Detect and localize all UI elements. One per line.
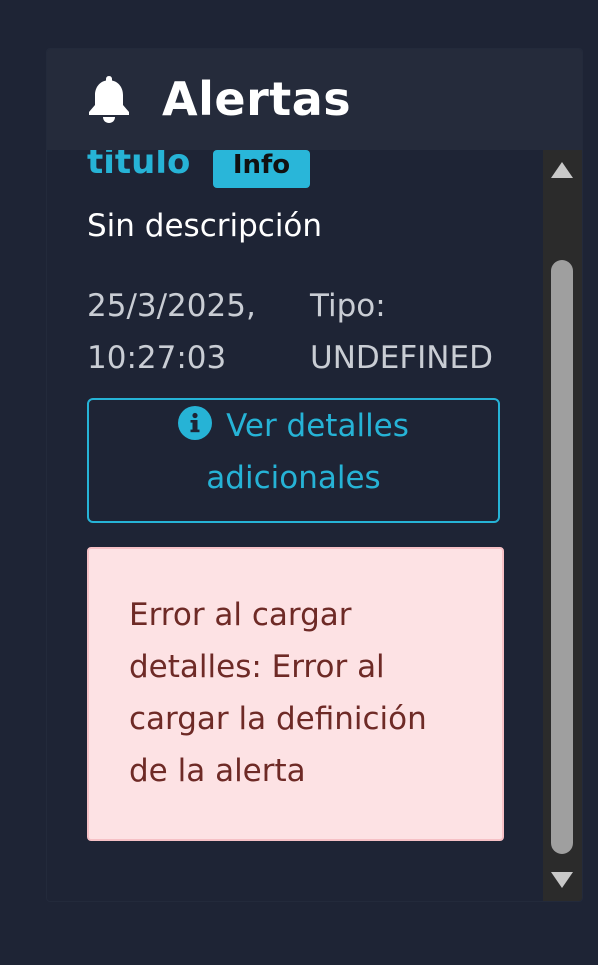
alert-title[interactable]: titulo xyxy=(87,150,190,184)
view-details-button[interactable]: Ver detalles adicionales xyxy=(87,398,500,523)
view-details-label-1: Ver detalles xyxy=(226,408,409,444)
scroll-up-arrow-icon[interactable] xyxy=(551,162,573,178)
alert-type-value: UNDEFINED xyxy=(310,340,493,376)
alerts-panel: Alertas titulo Info Sin descripción 25/3… xyxy=(46,48,583,902)
panel-title: Alertas xyxy=(162,72,352,126)
panel-header: Alertas xyxy=(47,49,582,150)
alert-time: 10:27:03 xyxy=(87,340,227,376)
scrollbar[interactable] xyxy=(543,150,582,901)
view-details-line1: Ver detalles xyxy=(89,400,498,452)
bell-icon xyxy=(89,76,129,123)
alert-date: 25/3/2025, xyxy=(87,288,256,324)
view-details-label-2: adicionales xyxy=(206,460,381,496)
scroll-down-arrow-icon[interactable] xyxy=(551,872,573,888)
scrollbar-thumb[interactable] xyxy=(551,260,573,854)
error-message: Error al cargar detalles: Error al carga… xyxy=(129,597,427,789)
alert-type: Tipo: UNDEFINED xyxy=(310,280,530,384)
error-alert: Error al cargar detalles: Error al carga… xyxy=(87,547,504,841)
alert-description: Sin descripción xyxy=(87,208,323,244)
alert-timestamp: 25/3/2025, 10:27:03 xyxy=(87,280,297,384)
alert-type-label: Tipo: xyxy=(310,288,386,324)
status-badge: Info xyxy=(213,150,310,188)
alert-list: titulo Info Sin descripción 25/3/2025, 1… xyxy=(47,150,543,901)
info-icon xyxy=(178,406,213,440)
